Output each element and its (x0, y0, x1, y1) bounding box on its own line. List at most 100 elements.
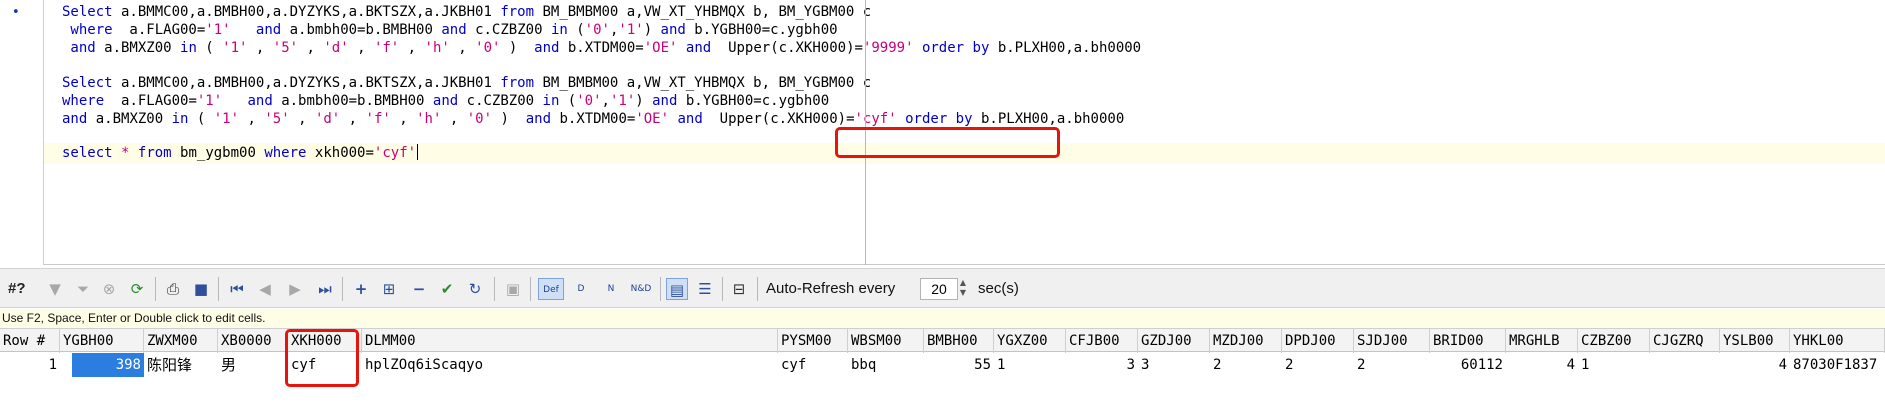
insert-multiple-icon[interactable]: ⊞ (378, 278, 400, 300)
sql-text: ) (635, 93, 653, 109)
post-changes-icon[interactable]: ✔ (436, 278, 458, 300)
text-view-icon[interactable]: ⊟ (728, 278, 750, 300)
sql-text: b.YGBH00=c.ygbh00 (677, 93, 830, 109)
sql-text: BM_BMBM00 a,VW_XT_YHBMQX b, BM_YGBM00 c (534, 75, 872, 91)
sql-text: xkh000= (306, 145, 374, 161)
sql-keyword: where (264, 145, 307, 161)
highlight-box-xkh000-column (285, 329, 359, 387)
grid-cell-wbsm00[interactable]: bbq (848, 353, 924, 377)
column-header[interactable]: BRID00 (1430, 329, 1506, 353)
grid-cell-xb0000[interactable]: 男 (218, 353, 288, 377)
grid-cell-brid00[interactable]: 60112 (1430, 353, 1506, 377)
column-header[interactable]: Row # (0, 329, 60, 353)
next-record-icon[interactable]: ▶ (284, 278, 306, 300)
grid-cell-yhkl00[interactable]: 87030F1837 (1790, 353, 1885, 377)
default-mode-icon[interactable]: Def (538, 278, 564, 300)
sql-text: Upper (719, 111, 762, 127)
column-header[interactable]: ZWXM00 (144, 329, 218, 353)
grid-cell-zwxm00[interactable]: 陈阳锋 (144, 353, 218, 377)
sql-text: a.FLAG00= (104, 93, 197, 109)
grid-cell-ygbh00[interactable]: 398 (72, 353, 144, 377)
grid-cell-dlmm00[interactable]: hplZOq6iScaqyo (362, 353, 778, 377)
grid-cell-mzdj00[interactable]: 2 (1210, 353, 1282, 377)
column-header[interactable]: SJDJ00 (1354, 329, 1430, 353)
sql-string: '0' (466, 111, 493, 127)
sql-text: , (348, 40, 374, 56)
column-header[interactable]: YSLB00 (1720, 329, 1790, 353)
column-header[interactable]: CFJB00 (1066, 329, 1138, 353)
cancel-icon[interactable]: ⊗ (98, 278, 120, 300)
sql-string: '0' (584, 22, 610, 38)
sql-text: ) (492, 111, 526, 127)
grid-cell-gzdj00[interactable]: 3 (1138, 353, 1210, 377)
new-delete-mode-icon[interactable]: N&D (628, 278, 654, 300)
prior-record-icon[interactable]: ◀ (254, 278, 276, 300)
result-grid[interactable]: Row # YGBH00 ZWXM00 XB0000 XKH000 DLMM00… (0, 328, 1885, 420)
sql-string: '0' (475, 40, 501, 56)
sql-keyword: in (171, 111, 189, 127)
sql-string: 'f' (373, 40, 400, 56)
grid-cell-ygxz00[interactable]: 1 (994, 353, 1066, 377)
grid-cell-mrghlb[interactable]: 4 (1506, 353, 1578, 377)
column-header[interactable]: YGXZ00 (994, 329, 1066, 353)
save-icon[interactable]: ■ (190, 278, 212, 300)
delete-record-icon[interactable]: − (408, 278, 430, 300)
column-header[interactable]: MRGHLB (1506, 329, 1578, 353)
grid-cell-pysm00[interactable]: cyf (778, 353, 848, 377)
column-header[interactable]: CJGZRQ (1650, 329, 1720, 353)
print-icon[interactable]: ⎙ (162, 278, 184, 300)
column-header[interactable]: YGBH00 (60, 329, 144, 353)
refresh-icon[interactable]: ⟳ (126, 278, 148, 300)
grid-cell-yslb00[interactable]: 4 (1720, 353, 1790, 377)
record-view-icon[interactable]: ☰ (694, 278, 716, 300)
sql-text: (c.XKH000)= (761, 111, 855, 127)
spin-up-icon[interactable]: ▲ (958, 278, 968, 288)
sql-editor[interactable]: • Select a.BMMC00,a.BMBH00,a.DYZYKS,a.BK… (0, 0, 1885, 265)
grid-cell-sjdj00[interactable]: 2 (1354, 353, 1430, 377)
sql-keyword: and (255, 22, 282, 38)
grid-cell-bmbh00[interactable]: 55 (924, 353, 994, 377)
sql-keyword: and (62, 40, 96, 56)
column-header[interactable]: GZDJ00 (1138, 329, 1210, 353)
code-line[interactable]: and a.BMXZ00 in ( '1' , '5' , 'd' , 'f' … (62, 38, 1141, 59)
grid-cell-czbz00[interactable]: 1 (1578, 353, 1650, 377)
sql-string: '9999' (862, 40, 914, 56)
last-record-icon[interactable]: ⏭ (314, 278, 336, 300)
grid-cell-dpdj00[interactable]: 2 (1282, 353, 1354, 377)
column-header[interactable]: YHKL00 (1790, 329, 1885, 353)
grid-cell-cfjb00[interactable]: 3 (1066, 353, 1138, 377)
sql-text: ) (643, 22, 661, 38)
table-row[interactable]: 1 398 陈阳锋 男 cyf hplZOq6iScaqyo cyf bbq 5… (0, 353, 1885, 377)
column-header[interactable]: WBSM00 (848, 329, 924, 353)
sql-text: , (289, 111, 315, 127)
sql-text: c.CZBZ00 (458, 93, 543, 109)
first-record-icon[interactable]: ⏮ (226, 278, 248, 300)
clear-filter-icon[interactable]: ⏷ (72, 278, 94, 300)
sql-string: '1' (205, 22, 231, 38)
sql-keyword: and (677, 111, 703, 127)
refresh-record-icon[interactable]: ↻ (464, 278, 486, 300)
column-header[interactable]: CZBZ00 (1578, 329, 1650, 353)
filter-icon[interactable]: ▼ (44, 278, 66, 300)
column-header[interactable]: DPDJ00 (1282, 329, 1354, 353)
grid-view-icon[interactable]: ▤ (666, 278, 688, 300)
sql-string: 'h' (416, 111, 442, 127)
record-count-button[interactable]: #? (8, 278, 26, 300)
column-header[interactable]: DLMM00 (362, 329, 778, 353)
grid-cell-cjgzrq[interactable] (1650, 353, 1720, 377)
sql-text: a.FLAG00= (112, 22, 206, 38)
column-header[interactable]: BMBH00 (924, 329, 994, 353)
insert-record-icon[interactable]: + (350, 278, 372, 300)
column-header[interactable]: XB0000 (218, 329, 288, 353)
single-record-icon[interactable]: ▣ (502, 278, 524, 300)
delete-mode-icon[interactable]: D (570, 278, 592, 300)
refresh-interval-spinner[interactable]: ▲ ▼ (958, 278, 968, 300)
refresh-interval-input[interactable]: 20 (920, 278, 958, 300)
column-header[interactable]: MZDJ00 (1210, 329, 1282, 353)
new-mode-icon[interactable]: N (600, 278, 622, 300)
spin-down-icon[interactable]: ▼ (958, 288, 968, 298)
column-header[interactable]: PYSM00 (778, 329, 848, 353)
